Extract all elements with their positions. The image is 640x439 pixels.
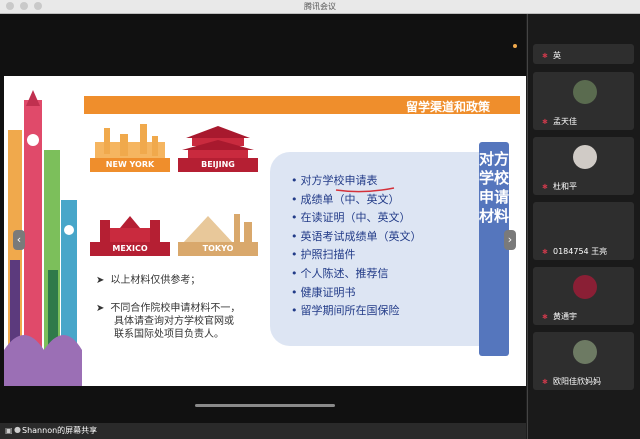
list-item: • 在读证明（中、英文） xyxy=(291,211,411,225)
mic-muted-icon: ✱ xyxy=(542,248,548,256)
arrow-right-icon: ➤ xyxy=(96,275,105,286)
window-titlebar: 腾讯会议 xyxy=(0,0,640,14)
city-label: MEXICO xyxy=(90,242,170,256)
participant-name: 杜和平 xyxy=(553,182,577,191)
microphone-icon[interactable]: ● xyxy=(14,425,21,434)
participant-tile[interactable]: ✱ 杜和平 xyxy=(533,137,634,195)
next-slide-button[interactable]: › xyxy=(504,230,516,250)
mic-muted-icon: ✱ xyxy=(542,183,548,191)
list-item: • 健康证明书 xyxy=(291,285,356,299)
list-item: • 英语考试成绩单（英文） xyxy=(291,229,422,243)
participant-tile[interactable]: ✱ 孟天佳 xyxy=(533,72,634,130)
mic-muted-icon: ✱ xyxy=(542,313,548,321)
forbidden-city-icon xyxy=(182,126,254,160)
shared-screen-area: 留学渠道和政策 NEW YORK BEIJING MEXICO TOKYO ➤ … xyxy=(0,14,526,439)
materials-list: • 对方学校申请表 • 成绩单（中、英文） • 在读证明（中、英文） • 英语考试成绩单… xyxy=(291,172,422,321)
list-item: • 护照扫描件 xyxy=(291,248,356,262)
participant-tile[interactable]: ✱ 英 xyxy=(533,44,634,64)
mic-muted-icon: ✱ xyxy=(542,118,548,126)
city-label: BEIJING xyxy=(178,158,258,172)
avatar xyxy=(573,80,597,104)
city-label: TOKYO xyxy=(178,242,258,256)
slide-note-2-line3: 联系国际处项目负责人。 xyxy=(114,329,224,340)
participant-name: 孟天佳 xyxy=(553,117,577,126)
statue-of-liberty-icon xyxy=(95,124,165,160)
recording-indicator-icon xyxy=(513,44,517,48)
city-label: NEW YORK xyxy=(90,158,170,172)
participant-name: 黄通宇 xyxy=(553,312,577,321)
screen-share-status: Shannon的屏幕共享 xyxy=(22,426,98,435)
vertical-title: 对方学校申请材料 xyxy=(479,150,510,225)
participant-tile[interactable]: ✱ 0184754 王亮 xyxy=(533,202,634,260)
participant-tile[interactable]: ✱ 黄通宇 xyxy=(533,267,634,325)
avatar xyxy=(573,145,597,169)
window-title: 腾讯会议 xyxy=(304,2,336,11)
city-card-tokyo: TOKYO xyxy=(178,206,258,256)
note-text: 不同合作院校申请材料不一， xyxy=(110,303,241,314)
list-item: • 个人陈述、推荐信 xyxy=(291,266,389,280)
screen-share-icon[interactable]: ▣ xyxy=(5,426,13,435)
underline-annotation xyxy=(335,187,395,193)
slide-note-1: ➤ 以上材料仅供参考； xyxy=(96,275,200,288)
status-bar: ▣ ● Shannon的屏幕共享 xyxy=(0,423,526,439)
participant-tile[interactable]: ✱ 欧阳佳欣妈妈 xyxy=(533,332,634,390)
note-text: 以上材料仅供参考； xyxy=(110,275,201,286)
prev-slide-button[interactable]: ‹ xyxy=(13,230,25,250)
slide-banner-title: 留学渠道和政策 xyxy=(405,100,490,114)
slide-banner: 留学渠道和政策 xyxy=(84,96,520,114)
mic-muted-icon: ✱ xyxy=(542,378,548,386)
participant-name: 0184754 王亮 xyxy=(553,247,608,256)
participant-name: 欧阳佳欣妈妈 xyxy=(553,377,601,386)
avatar xyxy=(573,340,597,364)
presentation-slide: 留学渠道和政策 NEW YORK BEIJING MEXICO TOKYO ➤ … xyxy=(4,76,526,386)
participants-sidebar: ✱ 英 ✱ 孟天佳 ✱ 杜和平 ✱ 0184754 王亮 ✱ 黄通宇 ✱ 欧阳佳… xyxy=(527,14,640,439)
mount-fuji-icon xyxy=(182,214,252,244)
city-card-beijing: BEIJING xyxy=(178,122,258,172)
arrow-right-icon: ➤ xyxy=(96,303,105,314)
cathedral-icon xyxy=(100,216,160,244)
sidebar-divider xyxy=(527,14,528,439)
participant-name: 英 xyxy=(553,51,561,60)
city-card-new-york: NEW YORK xyxy=(90,122,170,172)
slide-note-2-line2: 具体请查询对方学校官网或 xyxy=(114,316,234,327)
slide-note-2: ➤ 不同合作院校申请材料不一， xyxy=(96,303,240,316)
mic-muted-icon: ✱ xyxy=(542,52,548,60)
city-card-mexico: MEXICO xyxy=(90,206,170,256)
list-item: • 留学期间所在国保险 xyxy=(291,304,400,318)
slide-progress-bar[interactable] xyxy=(195,404,335,407)
avatar xyxy=(573,275,597,299)
